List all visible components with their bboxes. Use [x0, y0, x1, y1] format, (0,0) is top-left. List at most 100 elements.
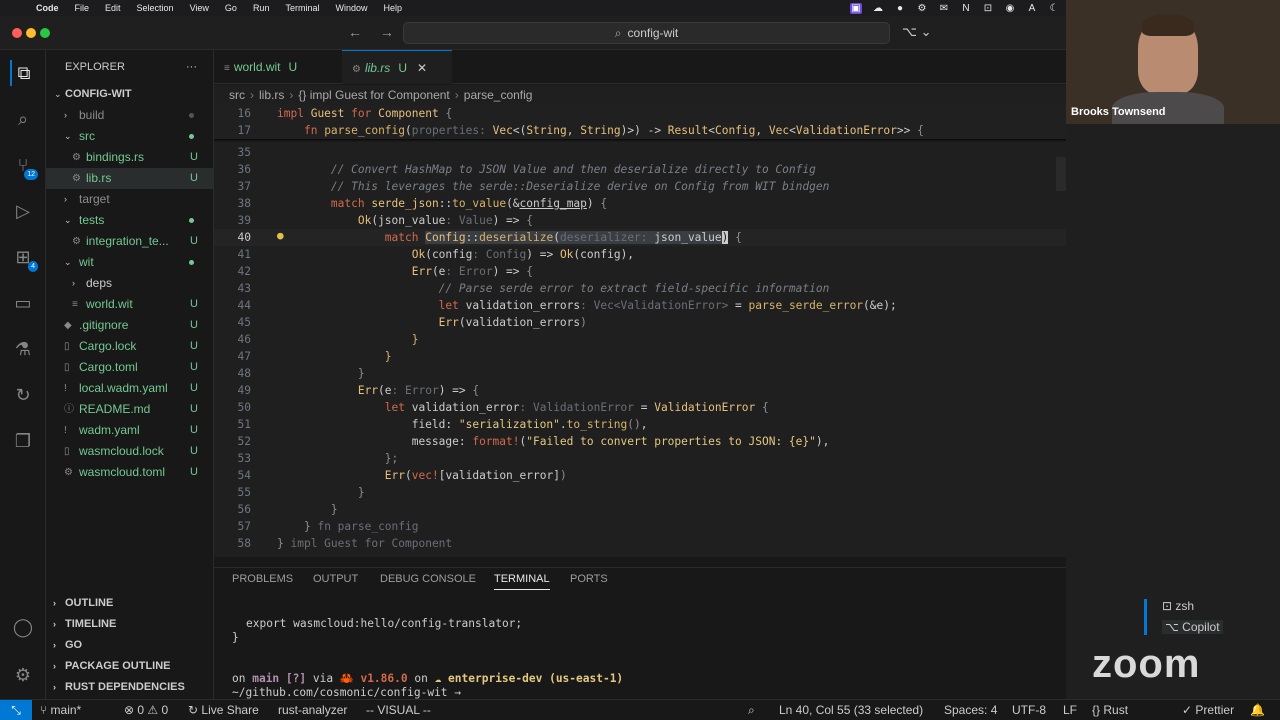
section-package-outline[interactable]: › PACKAGE OUTLINE [46, 656, 214, 677]
tree-item-gitignore[interactable]: ◆ .gitignore U [46, 315, 214, 336]
sticky-scroll-shadow [214, 139, 1066, 142]
forward-icon[interactable]: → [380, 24, 394, 40]
input-icon[interactable]: A [1026, 3, 1038, 14]
section-rust-dependencies[interactable]: › RUST DEPENDENCIES [46, 677, 214, 698]
minimize-window-button[interactable] [26, 28, 36, 38]
line-number: 36 [237, 163, 251, 176]
breadcrumb-item[interactable]: lib.rs [259, 88, 284, 102]
record-icon[interactable]: ● [894, 3, 906, 14]
panel-tab-problems[interactable]: PROBLEMS [232, 573, 293, 585]
tree-item-src[interactable]: ⌄ src [46, 126, 214, 147]
lightbulb-icon[interactable]: ● [277, 229, 289, 242]
source-control-icon[interactable]: ⑂ 12 [10, 152, 38, 180]
manage-gear-icon[interactable]: ⚙ [10, 662, 36, 688]
testing-icon[interactable]: ⚗ [10, 336, 36, 362]
tree-item-bindings-rs[interactable]: ⚙ bindings.rs U [46, 147, 214, 168]
notion-icon[interactable]: N [960, 3, 972, 14]
panel-tab-ports[interactable]: PORTS [570, 573, 608, 585]
tree-item-wasmcloud-lock[interactable]: ▯ wasmcloud.lock U [46, 441, 214, 462]
menu-terminal[interactable]: Terminal [277, 3, 327, 13]
section-go[interactable]: › GO [46, 635, 214, 656]
tree-item-readme[interactable]: ⓘ README.md U [46, 399, 214, 420]
containers-icon[interactable]: ❐ [10, 428, 36, 454]
explorer-icon[interactable]: ⧉ [10, 60, 36, 86]
breadcrumb-item[interactable]: src [229, 88, 245, 102]
tab-label: world.wit [233, 60, 281, 74]
extensions-icon[interactable]: ⊞ 4 [10, 244, 38, 272]
screen-share-icon[interactable]: ▣ [850, 2, 862, 14]
command-center-search[interactable]: ⌕ config-wit [403, 22, 890, 44]
tree-item-cargo-toml[interactable]: ▯ Cargo.toml U [46, 357, 214, 378]
menu-file[interactable]: File [67, 3, 98, 13]
eol-item[interactable]: LF [1063, 700, 1077, 720]
section-outline[interactable]: › OUTLINE [46, 593, 214, 614]
explorer-more-icon[interactable]: ··· [186, 50, 197, 84]
menu-selection[interactable]: Selection [129, 3, 182, 13]
menu-run[interactable]: Run [245, 3, 278, 13]
tree-item-wasmcloud-toml[interactable]: ⚙ wasmcloud.toml U [46, 462, 214, 483]
live-share-icon[interactable]: ↻ [10, 382, 36, 408]
menu-go[interactable]: Go [217, 3, 245, 13]
tree-item-wadm-yaml[interactable]: ! wadm.yaml U [46, 420, 214, 441]
notifications-bell-icon[interactable]: 🔔 [1250, 700, 1265, 720]
indentation-item[interactable]: Spaces: 4 [944, 700, 997, 720]
maximize-window-button[interactable] [40, 28, 50, 38]
tree-item-target[interactable]: › target [46, 189, 214, 210]
tree-item-integration-test[interactable]: ⚙ integration_te... U [46, 231, 214, 252]
breadcrumb-item[interactable]: {} impl Guest for Component [298, 88, 449, 102]
tree-item-tests[interactable]: ⌄ tests [46, 210, 214, 231]
tree-item-lib-rs[interactable]: ⚙ lib.rs U [46, 168, 214, 189]
mail-icon[interactable]: ✉ [938, 3, 950, 14]
explorer-root-folder[interactable]: ⌄ CONFIG-WIT [46, 84, 214, 105]
language-mode-item[interactable]: {} Rust [1092, 700, 1128, 720]
scrollbar-thumb[interactable] [1056, 157, 1066, 191]
problems-item[interactable]: ⊗ 0 ⚠ 0 [124, 700, 168, 720]
close-tab-icon[interactable]: ✕ [417, 61, 427, 75]
panel-tab-terminal[interactable]: TERMINAL [494, 573, 550, 590]
moon-icon[interactable]: ☾ [1048, 3, 1060, 14]
panel-tab-output[interactable]: OUTPUT [313, 573, 358, 585]
panel-tab-debug-console[interactable]: DEBUG CONSOLE [380, 573, 476, 585]
back-icon[interactable]: ← [348, 24, 362, 40]
menu-app[interactable]: Code [28, 3, 67, 13]
remote-explorer-icon[interactable]: ▭ [10, 290, 36, 316]
menu-help[interactable]: Help [375, 3, 410, 13]
status-icon[interactable]: ◉ [1004, 3, 1016, 14]
chevron-right-icon: › [53, 661, 56, 671]
tree-item-cargo-lock[interactable]: ▯ Cargo.lock U [46, 336, 214, 357]
run-debug-icon[interactable]: ▷ [10, 198, 36, 224]
menu-window[interactable]: Window [327, 3, 375, 13]
terminal-input-line[interactable]: ~/github.com/cosmonic/config-wit → [232, 686, 468, 699]
tree-item-local-wadm-yaml[interactable]: ! local.wadm.yaml U [46, 378, 214, 399]
remote-indicator-icon[interactable]: ⤡ [0, 700, 32, 720]
terminal-output-line: } [232, 631, 239, 644]
copilot-menu-icon[interactable]: ⌥ ⌄ [902, 24, 932, 40]
menu-edit[interactable]: Edit [97, 3, 129, 13]
tree-item-world-wit[interactable]: ≡ world.wit U [46, 294, 214, 315]
tab-lib-rs[interactable]: ⚙ lib.rs U ✕ [342, 50, 452, 84]
section-timeline[interactable]: › TIMELINE [46, 614, 214, 635]
cloud-icon[interactable]: ☁ [872, 3, 884, 14]
git-status-badge: U [190, 172, 198, 184]
menu-view[interactable]: View [182, 3, 217, 13]
encoding-item[interactable]: UTF-8 [1012, 700, 1046, 720]
tree-item-deps[interactable]: › deps [46, 273, 214, 294]
settings-icon[interactable]: ⚙ [916, 3, 928, 14]
close-window-button[interactable] [12, 28, 22, 38]
code-editor[interactable]: 16 impl Guest for Component { 17 fn parse… [214, 105, 1066, 557]
breadcrumb-item[interactable]: parse_config [464, 88, 533, 102]
terminal-list-item-zsh[interactable]: ⊡ zsh [1162, 599, 1194, 613]
cursor-position-item[interactable]: Ln 40, Col 55 (33 selected) [779, 700, 923, 720]
tree-item-wit[interactable]: ⌄ wit [46, 252, 214, 273]
tab-world-wit[interactable]: ≡ world.wit U [214, 50, 334, 84]
git-branch-item[interactable]: ⑂ main* [40, 700, 81, 720]
search-icon[interactable]: ⌕ [10, 106, 36, 132]
live-share-item[interactable]: ↻ Live Share [188, 700, 259, 720]
zoom-in-icon[interactable]: ⌕ [748, 700, 755, 720]
prettier-item[interactable]: ✓ Prettier [1182, 700, 1234, 720]
tree-item-build[interactable]: › build [46, 105, 214, 126]
lock-icon[interactable]: ⊡ [982, 3, 994, 14]
account-icon[interactable]: ◯ [10, 614, 36, 640]
rust-analyzer-item[interactable]: rust-analyzer [278, 700, 347, 720]
terminal-list-item-copilot[interactable]: ⌥ Copilot [1162, 620, 1223, 634]
